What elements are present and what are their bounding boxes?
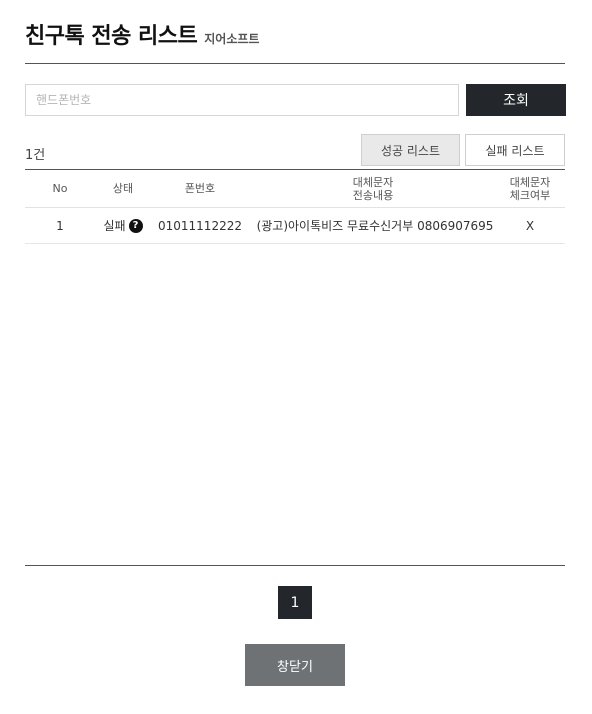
row-alt-content: (광고)아이톡비즈 무료수신거부 0806907695 xyxy=(256,219,494,233)
send-list-table: No 상태 폰번호 대체문자 전송내용 대체문자 체크여부 1 실패 ? 010… xyxy=(25,169,565,244)
col-alt-check-line2: 체크여부 xyxy=(509,188,551,202)
row-alt-check: X xyxy=(525,218,535,233)
result-count: 1건 xyxy=(25,148,46,163)
table-row: 1 실패 ? 01011112222 (광고)아이톡비즈 무료수신거부 0806… xyxy=(25,208,565,244)
col-alt-content-line1: 대체문자 xyxy=(352,175,394,189)
page-subtitle: 지어소프트 xyxy=(204,32,260,46)
col-alt-content: 대체문자 전송내용 xyxy=(325,170,421,207)
success-list-button[interactable]: 성공 리스트 xyxy=(361,134,460,166)
col-alt-content-line2: 전송내용 xyxy=(352,188,394,202)
search-button[interactable]: 조회 xyxy=(466,84,566,116)
col-phone: 폰번호 xyxy=(184,182,216,195)
footer-divider xyxy=(25,565,565,566)
col-status: 상태 xyxy=(112,182,134,195)
col-no: No xyxy=(52,182,68,195)
header-divider xyxy=(25,63,565,64)
col-alt-check: 대체문자 체크여부 xyxy=(501,170,559,207)
row-phone: 01011112222 xyxy=(158,218,242,233)
page-title: 친구톡 전송 리스트 xyxy=(25,24,198,49)
row-no: 1 xyxy=(56,218,64,233)
row-status: 실패 ? xyxy=(93,208,153,243)
pagination-page-1[interactable]: 1 xyxy=(278,586,312,619)
status-text: 실패 xyxy=(103,219,126,233)
table-header: No 상태 폰번호 대체문자 전송내용 대체문자 체크여부 xyxy=(25,169,565,208)
title-block: 친구톡 전송 리스트 지어소프트 xyxy=(25,18,259,50)
phone-search-input[interactable] xyxy=(25,84,459,116)
close-window-button[interactable]: 창닫기 xyxy=(245,644,345,686)
fail-list-button[interactable]: 실패 리스트 xyxy=(465,134,565,166)
help-icon[interactable]: ? xyxy=(128,218,143,233)
col-alt-check-line1: 대체문자 xyxy=(509,175,551,189)
